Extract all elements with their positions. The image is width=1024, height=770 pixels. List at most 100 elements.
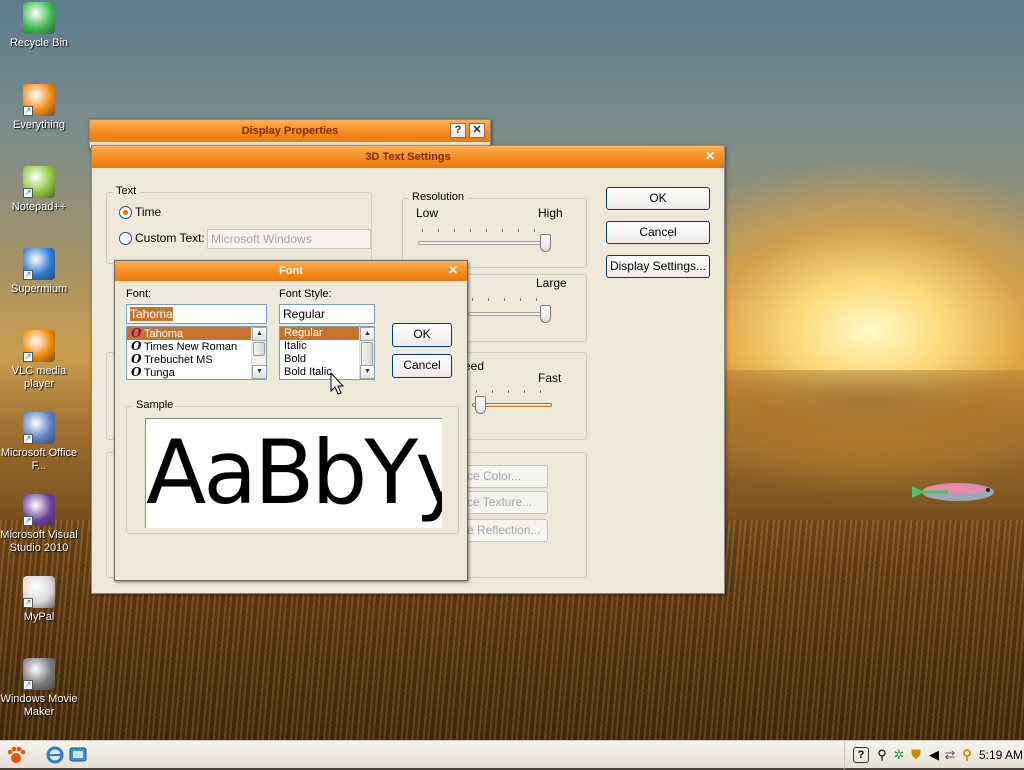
desktop-icon-label: Microsoft Office F...: [0, 447, 78, 472]
desktop-icon-vlc-cone[interactable]: ↗ VLC media player: [0, 330, 78, 391]
system-tray: ? ⚲ ✲ ⛊ ◀ ⇄ ⚲ 5:19 AM: [844, 741, 1024, 769]
internet-explorer-icon[interactable]: [46, 746, 64, 764]
font-list-item[interactable]: O Tahoma: [127, 327, 266, 340]
desktop-icon-label: Recycle Bin: [9, 37, 69, 49]
scroll-thumb[interactable]: [361, 342, 373, 366]
font-dialog: Font ✕ Font: Tahoma O Tahoma O Times New Ro…: [114, 260, 468, 581]
desktop-icon-office-document[interactable]: ↗ Microsoft Office F...: [0, 412, 78, 473]
font-list-item[interactable]: O Trebuchet MS: [127, 353, 266, 367]
desktop-icon-supermium-browser[interactable]: ↗ Supermium: [0, 248, 78, 296]
close-icon[interactable]: ✕: [445, 263, 461, 278]
supermium-browser-icon: ↗: [23, 248, 55, 280]
resolution-high-label: High: [538, 206, 563, 220]
font-name-input[interactable]: Tahoma: [126, 304, 267, 324]
desktop-icon-label: Supermium: [10, 283, 68, 295]
text-settings-title: 3D Text Settings: [365, 151, 451, 163]
scroll-up-icon[interactable]: ▲: [252, 327, 266, 341]
security-shield-icon[interactable]: ⛊: [908, 747, 924, 763]
office-document-icon: ↗: [23, 412, 55, 444]
close-button[interactable]: ✕: [469, 123, 485, 138]
movie-maker-icon: ↗: [23, 658, 55, 690]
font-ok-button[interactable]: OK: [392, 323, 452, 347]
font-list[interactable]: O Tahoma O Times New Roman O Trebuchet MS O Tun…: [126, 326, 267, 380]
custom-text-input[interactable]: Microsoft Windows: [207, 229, 371, 249]
resolution-ticks: [422, 229, 546, 232]
custom-text-radio[interactable]: [119, 232, 132, 245]
connection-icon[interactable]: ⇄: [942, 747, 958, 763]
font-style-scrollbar[interactable]: ▲ ▼: [359, 327, 374, 379]
sample-text: AaBbYy: [146, 421, 442, 524]
close-icon[interactable]: ✕: [702, 149, 718, 164]
font-label: Font:: [126, 288, 152, 300]
time-radio[interactable]: [119, 206, 132, 219]
help-icon[interactable]: ?: [853, 747, 869, 763]
size-large-label: Large: [536, 276, 567, 290]
font-dialog-title: Font: [279, 265, 303, 277]
size-slider-thumb[interactable]: [540, 305, 551, 323]
display-settings-button[interactable]: Display Settings...: [606, 255, 710, 278]
shortcut-arrow-icon: ↗: [23, 188, 33, 198]
scroll-down-icon[interactable]: ▼: [360, 365, 374, 379]
desktop-icon-label: Windows Movie Maker: [0, 693, 78, 718]
size-ticks: [472, 298, 546, 301]
recycle-bin-icon: [23, 2, 55, 34]
desktop-icon-movie-maker[interactable]: ↗ Windows Movie Maker: [0, 658, 78, 719]
desktop-icon-label: Everything: [13, 119, 65, 131]
sample-preview: AaBbYy: [145, 418, 442, 528]
font-style-label: Font Style:: [279, 288, 332, 300]
font-style-list[interactable]: Regular Italic Bold Bold Italic ▲ ▼: [279, 326, 375, 380]
ok-button[interactable]: OK: [606, 187, 710, 210]
sample-group-label: Sample: [133, 399, 177, 411]
desktop-icon-notepad-plus-plus[interactable]: ↗ Notepad++: [0, 166, 78, 214]
resolution-low-label: Low: [416, 206, 439, 220]
desktop-icon-everything-search[interactable]: ↗ Everything: [0, 84, 78, 132]
font-cancel-button[interactable]: Cancel: [392, 354, 452, 378]
speaker-icon[interactable]: ◀: [926, 747, 942, 763]
resolution-group-label: Resolution: [409, 191, 467, 203]
desktop-icon-mypal-browser[interactable]: ↗ MyPal: [0, 576, 78, 624]
desktop-icon-label: MyPal: [23, 611, 55, 623]
desktop-icon-recycle-bin[interactable]: Recycle Bin: [0, 2, 78, 50]
vlc-cone-icon: ↗: [23, 330, 55, 362]
scroll-down-icon[interactable]: ▼: [252, 365, 266, 379]
speed-slider-thumb[interactable]: [475, 396, 486, 414]
cancel-button[interactable]: Cancel: [606, 221, 710, 244]
font-name-value: Tahoma: [130, 307, 173, 321]
resolution-slider-track[interactable]: [418, 241, 551, 245]
show-desktop-icon[interactable]: [69, 746, 87, 764]
shortcut-arrow-icon: ↗: [23, 516, 33, 526]
font-list-item-label: Trebuchet MS: [144, 354, 213, 366]
text-settings-titlebar[interactable]: 3D Text Settings ✕: [92, 146, 724, 168]
font-list-item-label: Times New Roman: [144, 341, 238, 353]
clock[interactable]: 5:19 AM: [979, 748, 1023, 762]
start-button[interactable]: [6, 745, 26, 765]
network-icon[interactable]: ✲: [891, 747, 907, 763]
display-properties-title: Display Properties: [241, 125, 339, 137]
shortcut-arrow-icon: ↗: [23, 106, 33, 116]
desktop-icon-visual-studio[interactable]: ↗ Microsoft Visual Studio 2010: [0, 494, 78, 555]
font-list-scrollbar[interactable]: ▲ ▼: [251, 327, 266, 379]
size-slider-track[interactable]: [468, 312, 551, 316]
scroll-thumb[interactable]: [253, 342, 265, 356]
shortcut-arrow-icon: ↗: [23, 598, 33, 608]
text-group: Text: [106, 185, 372, 264]
shortcut-arrow-icon: ↗: [23, 352, 33, 362]
mouse-cursor-icon: [330, 371, 346, 399]
help-button[interactable]: ?: [450, 123, 466, 138]
font-list-item[interactable]: O Times New Roman: [127, 340, 266, 354]
font-style-input[interactable]: Regular: [279, 304, 375, 324]
speed-ticks: [476, 390, 550, 393]
custom-text-label: Custom Text:: [135, 231, 205, 245]
text-group-label: Text: [113, 185, 140, 197]
search-icon[interactable]: ⚲: [959, 747, 975, 763]
scroll-up-icon[interactable]: ▲: [360, 327, 374, 341]
speed-fast-label: Fast: [538, 371, 562, 385]
desktop-icon-label: Microsoft Visual Studio 2010: [0, 529, 78, 554]
display-properties-titlebar[interactable]: Display Properties ? ✕: [90, 120, 490, 142]
visual-studio-icon: ↗: [23, 494, 55, 526]
usb-icon[interactable]: ⚲: [874, 747, 890, 763]
font-list-item[interactable]: O Tunga: [127, 366, 266, 380]
font-list-item-label: Tunga: [144, 367, 175, 379]
font-dialog-titlebar[interactable]: Font ✕: [115, 261, 467, 281]
resolution-slider-thumb[interactable]: [540, 234, 551, 252]
